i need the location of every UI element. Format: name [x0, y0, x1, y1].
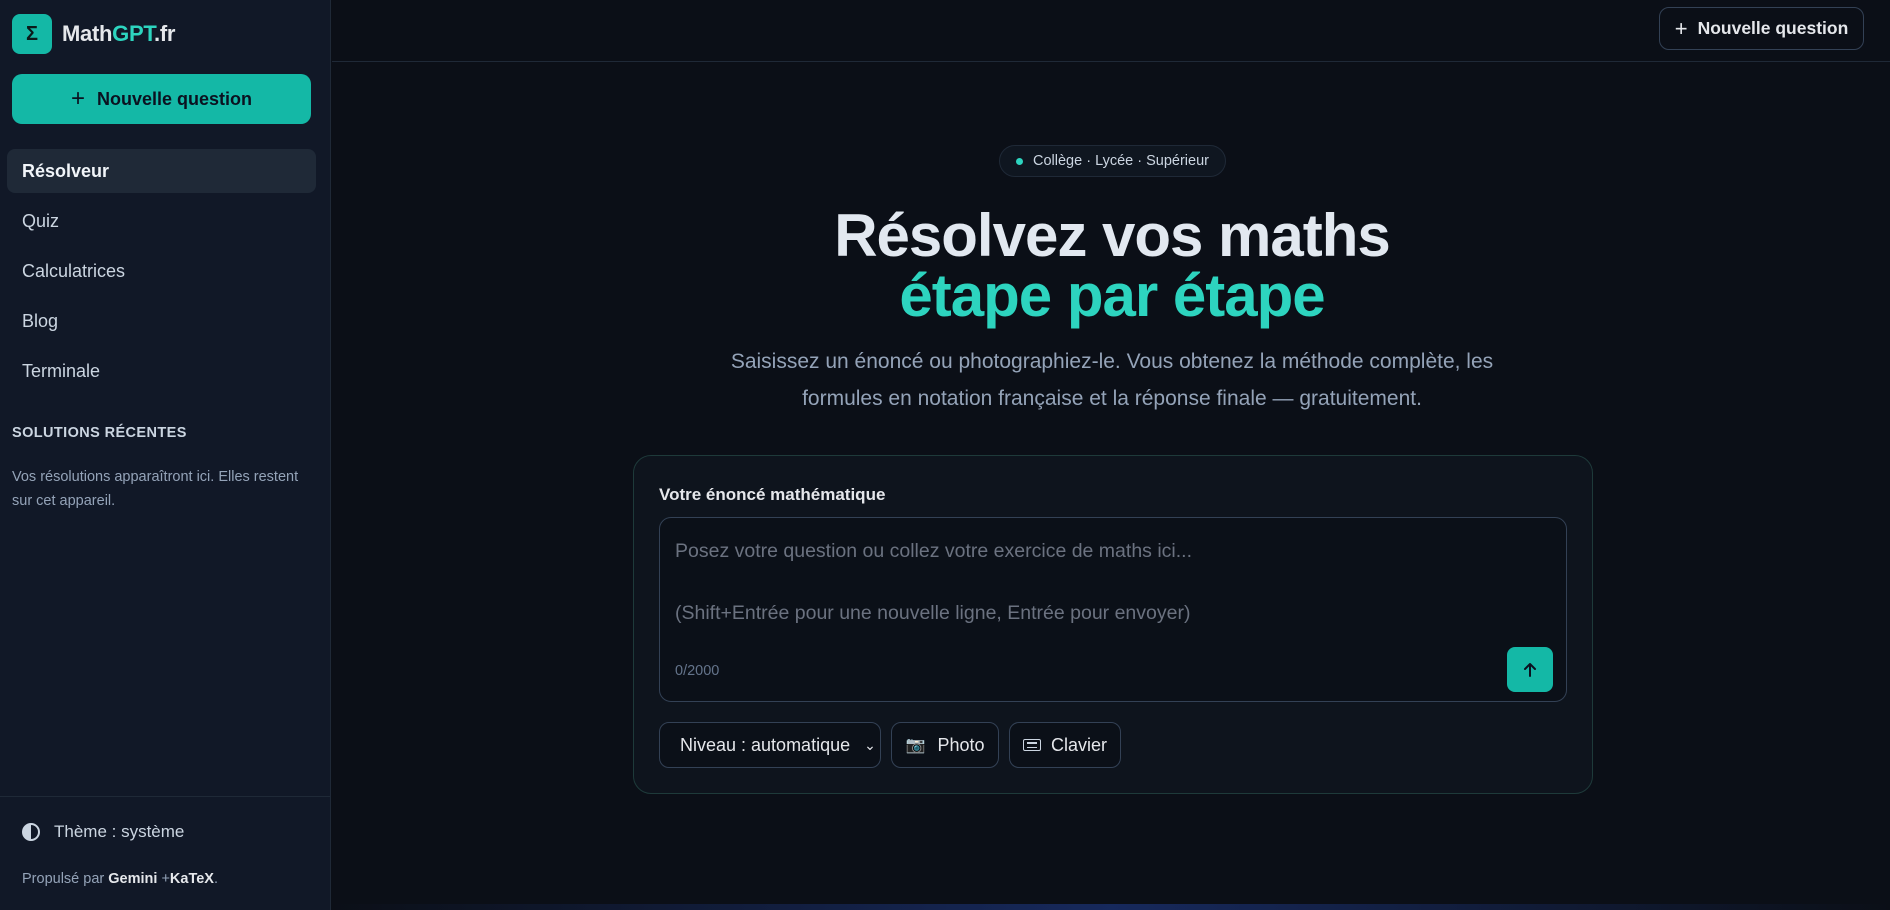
new-question-label: Nouvelle question [1697, 18, 1849, 38]
question-card: Votre énoncé mathématique Posez votre qu… [633, 455, 1593, 794]
question-textarea[interactable]: Posez votre question ou collez votre exe… [659, 517, 1567, 702]
powered-plus: + [161, 871, 170, 887]
level-select-value: Niveau : automatique [680, 734, 851, 755]
sidebar-item-resolveur[interactable]: Résolveur [7, 149, 316, 193]
plus-icon: + [1674, 15, 1688, 41]
sidebar: Σ MathGPT.fr + Nouvelle question Résolve… [0, 0, 331, 910]
recent-solutions-empty-text: Vos résolutions apparaîtront ici. Elles … [12, 469, 299, 509]
new-question-button-top[interactable]: + Nouvelle question [1659, 7, 1864, 50]
theme-toggle-button[interactable]: Thème : système [22, 822, 184, 842]
new-question-label: Nouvelle question [96, 88, 253, 109]
brand-name-part1: Math [62, 21, 113, 46]
level-select[interactable]: Niveau : automatique ⌄ [659, 722, 881, 768]
send-button[interactable] [1507, 647, 1553, 692]
powered-by-text: Propulsé par Gemini +KaTeX. [22, 871, 218, 887]
placeholder-line2: (Shift+Entrée pour une nouvelle ligne, E… [675, 602, 1191, 624]
keyboard-label: Clavier [1050, 734, 1107, 755]
sidebar-item-label: Terminale [22, 360, 101, 381]
arrow-up-icon [1524, 662, 1536, 677]
photo-button[interactable]: 📷 Photo [891, 722, 999, 768]
level-badge-text: Collège · Lycée · Supérieur [1033, 153, 1209, 169]
sigma-logo-icon: Σ [12, 14, 52, 54]
plus-icon: + [70, 85, 85, 112]
sidebar-item-blog[interactable]: Blog [7, 299, 316, 343]
sidebar-item-label: Calculatrices [22, 260, 126, 281]
half-circle-contrast-icon [22, 823, 40, 841]
placeholder-line1: Posez votre question ou collez votre exe… [675, 540, 1192, 562]
powered-suffix: . [213, 871, 218, 887]
status-dot-icon [1016, 157, 1024, 165]
sidebar-footer: Thème : système Propulsé par Gemini +KaT… [0, 796, 331, 910]
sidebar-item-label: Résolveur [22, 160, 110, 181]
bottom-glow [332, 904, 1890, 910]
level-badge: Collège · Lycée · Supérieur [999, 145, 1226, 177]
brand[interactable]: Σ MathGPT.fr [12, 14, 175, 54]
topbar: + Nouvelle question [332, 0, 1890, 62]
input-controls: Niveau : automatique ⌄ 📷 Photo Clavier [659, 722, 1121, 768]
brand-name-part2: GPT [112, 21, 155, 46]
recent-solutions-title: SOLUTIONS RÉCENTES [12, 425, 187, 441]
camera-icon: 📷 [905, 737, 926, 754]
sidebar-item-terminale[interactable]: Terminale [7, 349, 316, 393]
chevron-down-icon: ⌄ [864, 736, 876, 753]
sidebar-item-quiz[interactable]: Quiz [7, 199, 316, 243]
brand-name: MathGPT.fr [62, 21, 175, 47]
keyboard-icon [1022, 739, 1041, 751]
theme-label: Thème : système [54, 822, 185, 841]
sidebar-item-label: Quiz [22, 210, 60, 231]
sidebar-item-calculatrices[interactable]: Calculatrices [7, 249, 316, 293]
sidebar-nav: Résolveur Quiz Calculatrices Blog Termin… [7, 149, 316, 399]
powered-gemini: Gemini [108, 871, 158, 887]
question-placeholder: Posez votre question ou collez votre exe… [675, 536, 1475, 629]
sidebar-item-label: Blog [22, 310, 59, 331]
character-counter: 0/2000 [675, 663, 720, 679]
photo-label: Photo [937, 734, 985, 755]
hero-subtitle: Saisissez un énoncé ou photographiez-le.… [730, 350, 1494, 410]
keyboard-button[interactable]: Clavier [1009, 722, 1121, 768]
question-label: Votre énoncé mathématique [659, 485, 886, 504]
powered-prefix: Propulsé par [22, 871, 105, 887]
brand-name-part3: .fr [154, 21, 176, 46]
powered-katex: KaTeX [169, 871, 214, 887]
new-question-button-sidebar[interactable]: + Nouvelle question [12, 74, 311, 124]
hero-title-line2: étape par étape [899, 262, 1325, 329]
hero-title-line1: Résolvez vos maths [834, 202, 1391, 269]
